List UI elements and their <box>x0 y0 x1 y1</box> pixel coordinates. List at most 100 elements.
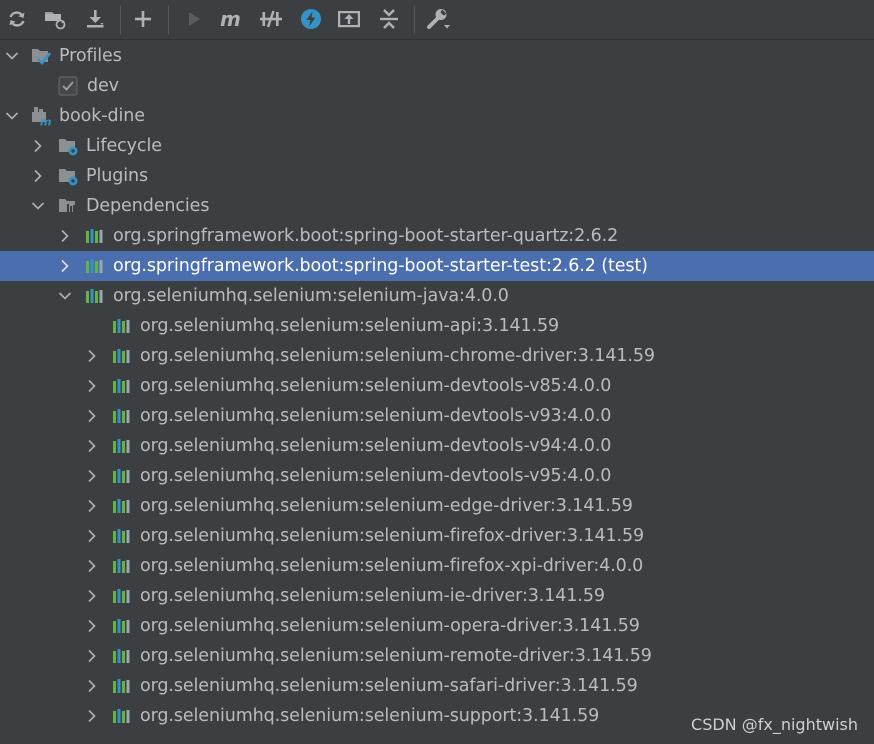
tree-node-dependency[interactable]: org.seleniumhq.selenium:selenium-ie-driv… <box>0 581 874 611</box>
show-dependencies-button[interactable] <box>334 4 364 34</box>
chevron-right-icon[interactable] <box>84 678 100 694</box>
tree-node-dependency[interactable]: org.seleniumhq.selenium:selenium-chrome-… <box>0 341 874 371</box>
chevron-down-icon[interactable] <box>57 288 73 304</box>
chevron-right-icon[interactable] <box>84 438 100 454</box>
collapse-all-icon <box>380 9 398 29</box>
chevron-right-icon[interactable] <box>84 528 100 544</box>
chevron-down-icon[interactable] <box>4 48 20 64</box>
tree-node-dependency[interactable]: org.seleniumhq.selenium:selenium-devtool… <box>0 401 874 431</box>
chevron-right-icon[interactable] <box>84 348 100 364</box>
library-icon <box>113 679 130 693</box>
tree-node-dependency[interactable]: org.seleniumhq.selenium:selenium-firefox… <box>0 551 874 581</box>
tree-label: Dependencies <box>86 196 210 216</box>
chevron-right-icon[interactable] <box>84 378 100 394</box>
tree-label: Profiles <box>59 46 122 66</box>
tree-label: org.seleniumhq.selenium:selenium-support… <box>140 706 600 726</box>
chevron-right-icon[interactable] <box>30 168 46 184</box>
library-icon <box>86 289 103 303</box>
chevron-down-icon[interactable] <box>30 198 46 214</box>
library-icon <box>113 529 130 543</box>
tree-node-dependency[interactable]: org.seleniumhq.selenium:selenium-safari-… <box>0 671 874 701</box>
chevron-right-icon[interactable] <box>84 468 100 484</box>
tree-label: book-dine <box>59 106 145 126</box>
tree-node-dependency[interactable]: org.seleniumhq.selenium:selenium-opera-d… <box>0 611 874 641</box>
tree-label: org.seleniumhq.selenium:selenium-api:3.1… <box>140 316 560 336</box>
chevron-right-icon[interactable] <box>84 618 100 634</box>
tree-node-dependency[interactable]: org.seleniumhq.selenium:selenium-remote-… <box>0 641 874 671</box>
library-icon <box>113 499 130 513</box>
library-icon <box>86 229 103 243</box>
tree-node-dependency[interactable]: org.seleniumhq.selenium:selenium-devtool… <box>0 371 874 401</box>
tree-label: org.seleniumhq.selenium:selenium-opera-d… <box>140 616 640 636</box>
chevron-right-icon[interactable] <box>30 138 46 154</box>
toggle-offline-button[interactable] <box>256 4 286 34</box>
skip-tests-icon <box>301 9 321 29</box>
tree-label: org.springframework.boot:spring-boot-sta… <box>113 256 648 276</box>
chevron-right-icon[interactable] <box>84 588 100 604</box>
tree-node-dependency-selected[interactable]: org.springframework.boot:spring-boot-sta… <box>0 251 874 281</box>
generate-sources-button[interactable] <box>40 4 70 34</box>
reload-icon <box>9 11 25 27</box>
tree-node-dependency[interactable]: org.seleniumhq.selenium:selenium-firefox… <box>0 521 874 551</box>
add-button[interactable] <box>128 4 158 34</box>
toggle-offline-icon <box>260 10 282 28</box>
show-dependencies-icon <box>338 11 360 28</box>
library-icon <box>113 589 130 603</box>
settings-icon <box>427 9 450 29</box>
reload-button[interactable] <box>2 4 32 34</box>
settings-button[interactable] <box>424 4 454 34</box>
library-icon <box>113 319 130 333</box>
tree-label: org.seleniumhq.selenium:selenium-devtool… <box>140 406 612 426</box>
generate-sources-icon <box>45 12 66 30</box>
chevron-right-icon[interactable] <box>57 228 73 244</box>
tree-label: org.seleniumhq.selenium:selenium-devtool… <box>140 436 612 456</box>
chevron-right-icon[interactable] <box>84 558 100 574</box>
run-button[interactable] <box>179 4 209 34</box>
library-icon <box>113 439 130 453</box>
library-icon <box>113 559 130 573</box>
toolbar-separator <box>414 6 415 34</box>
execute-goal-button[interactable]: m <box>217 4 247 34</box>
chevron-right-icon[interactable] <box>84 708 100 724</box>
dependencies-folder-icon <box>59 199 75 212</box>
tree-label: org.seleniumhq.selenium:selenium-safari-… <box>140 676 638 696</box>
add-icon <box>135 11 151 27</box>
tree-node-profiles[interactable]: Profiles <box>0 41 874 71</box>
tree-node-dependency[interactable]: org.springframework.boot:spring-boot-sta… <box>0 221 874 251</box>
execute-goal-icon: m <box>220 8 241 30</box>
lifecycle-folder-icon <box>59 139 78 156</box>
tree-node-lifecycle[interactable]: Lifecycle <box>0 131 874 161</box>
tree-label: org.seleniumhq.selenium:selenium-edge-dr… <box>140 496 633 516</box>
tree-label: Lifecycle <box>86 136 162 156</box>
tree-label: org.seleniumhq.selenium:selenium-devtool… <box>140 466 612 486</box>
tree-label: org.seleniumhq.selenium:selenium-ie-driv… <box>140 586 605 606</box>
chevron-right-icon[interactable] <box>57 258 73 274</box>
plugins-folder-icon <box>59 169 78 186</box>
svg-text:m: m <box>220 8 241 30</box>
download-button[interactable] <box>80 4 110 34</box>
chevron-down-icon[interactable] <box>4 108 20 124</box>
chevron-right-icon[interactable] <box>84 408 100 424</box>
run-icon <box>189 12 200 26</box>
tree-node-dependencies[interactable]: Dependencies <box>0 191 874 221</box>
tree-node-dependency[interactable]: org.seleniumhq.selenium:selenium-api:3.1… <box>0 311 874 341</box>
skip-tests-button[interactable] <box>296 4 326 34</box>
tree-label: dev <box>87 76 119 96</box>
library-icon <box>113 469 130 483</box>
tree-node-dependency[interactable]: org.seleniumhq.selenium:selenium-devtool… <box>0 431 874 461</box>
tree-node-dependency[interactable]: org.seleniumhq.selenium:selenium-java:4.… <box>0 281 874 311</box>
tree-node-plugins[interactable]: Plugins <box>0 161 874 191</box>
download-icon <box>87 10 104 28</box>
tree-label: org.seleniumhq.selenium:selenium-java:4.… <box>113 286 509 306</box>
collapse-all-button[interactable] <box>374 4 404 34</box>
tree-node-dependency[interactable]: org.seleniumhq.selenium:selenium-devtool… <box>0 461 874 491</box>
chevron-right-icon[interactable] <box>84 648 100 664</box>
chevron-right-icon[interactable] <box>84 498 100 514</box>
checkbox-checked-icon[interactable] <box>58 76 78 96</box>
svg-text:m: m <box>40 116 51 127</box>
tree-node-dependency[interactable]: org.seleniumhq.selenium:selenium-edge-dr… <box>0 491 874 521</box>
library-icon <box>113 649 130 663</box>
library-icon <box>113 619 130 633</box>
tree-node-project[interactable]: m book-dine <box>0 101 874 131</box>
tree-node-profile-dev[interactable]: dev <box>0 71 874 101</box>
